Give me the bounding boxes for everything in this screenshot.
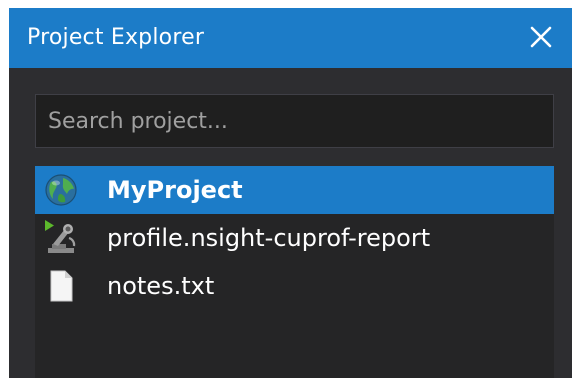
tree-item-label: MyProject bbox=[107, 176, 243, 204]
tree-item-notes-txt[interactable]: notes.txt bbox=[35, 262, 554, 310]
text-file-icon bbox=[43, 268, 79, 304]
search-box bbox=[35, 94, 554, 148]
tree-item-myproject[interactable]: MyProject bbox=[35, 166, 554, 214]
project-globe-icon bbox=[43, 172, 79, 208]
project-tree: MyProject profile.nsight-cuprof-report n… bbox=[35, 166, 554, 378]
tree-item-profile-report[interactable]: profile.nsight-cuprof-report bbox=[35, 214, 554, 262]
tree-item-label: notes.txt bbox=[107, 272, 215, 300]
tree-item-label: profile.nsight-cuprof-report bbox=[107, 224, 431, 252]
search-input[interactable] bbox=[36, 95, 553, 147]
profiler-report-icon bbox=[43, 220, 79, 256]
close-button[interactable] bbox=[526, 22, 556, 52]
close-icon bbox=[530, 26, 552, 48]
project-explorer-panel: Project Explorer MyProject bbox=[9, 8, 572, 378]
title-bar: Project Explorer bbox=[9, 8, 572, 68]
panel-title: Project Explorer bbox=[27, 25, 205, 50]
